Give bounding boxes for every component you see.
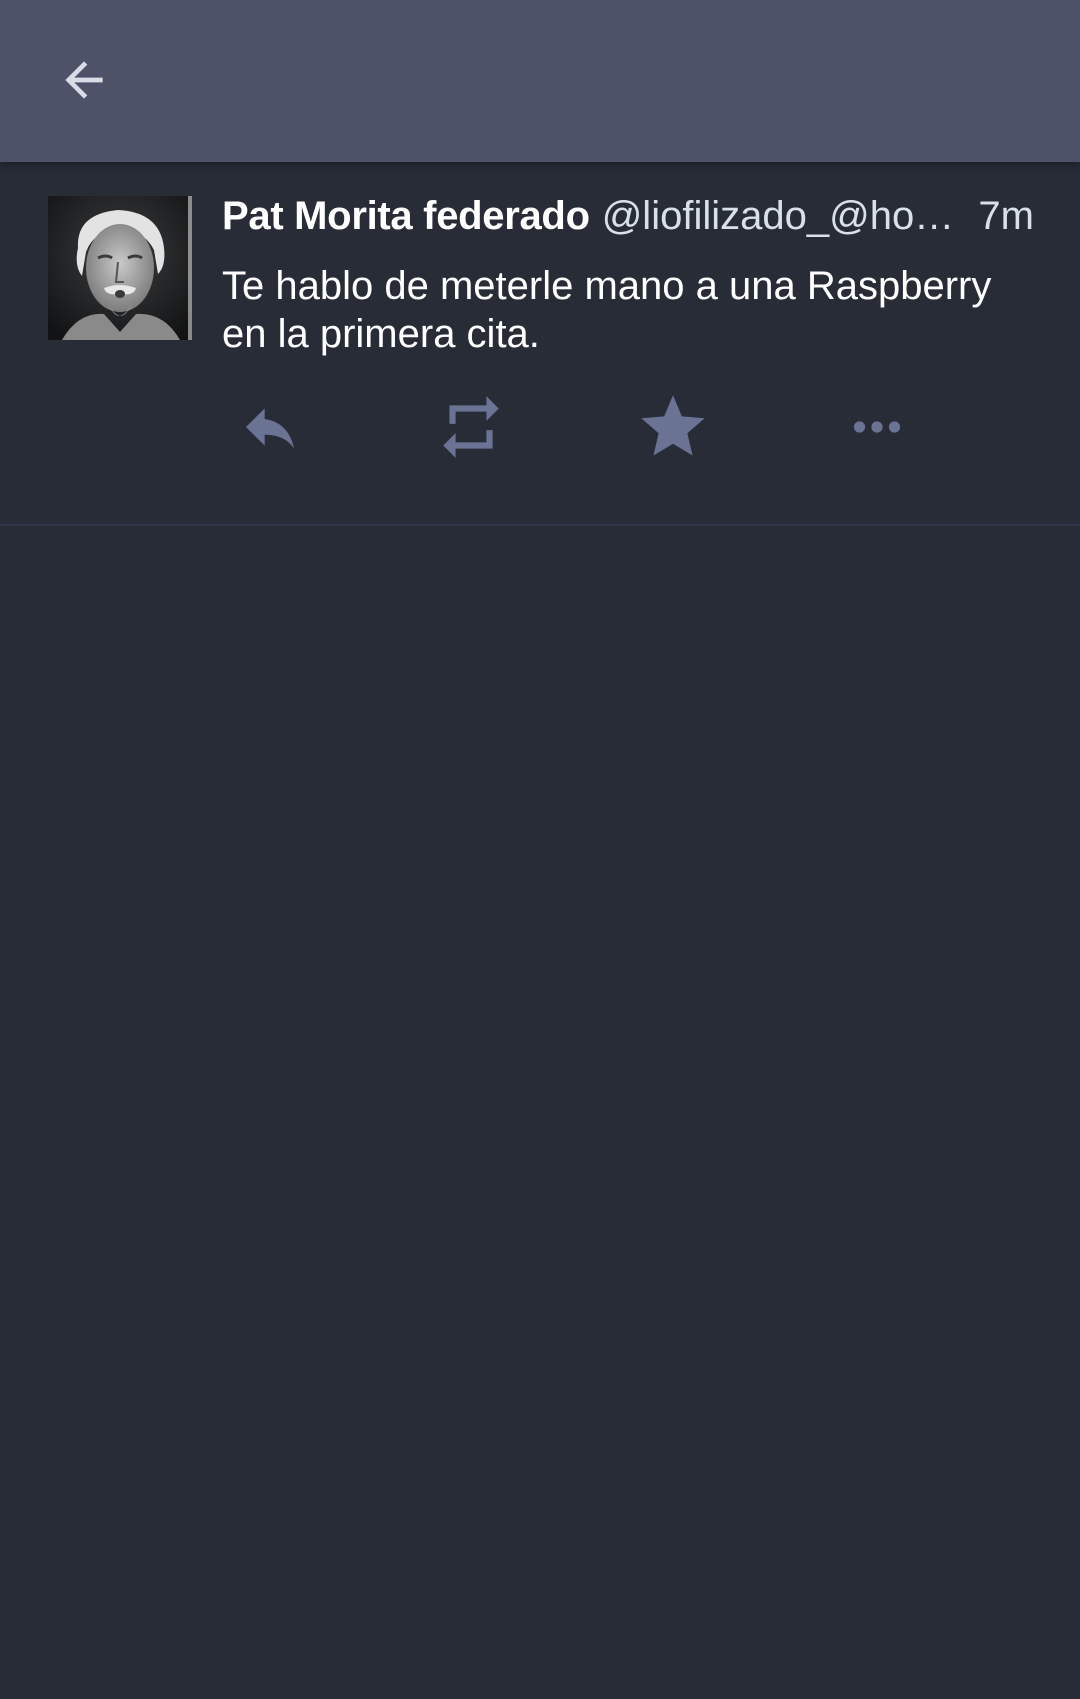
arrow-left-icon (65, 61, 103, 99)
favourite-button[interactable] (628, 382, 718, 472)
reply-icon (246, 408, 294, 449)
boost-button[interactable] (426, 382, 516, 472)
status-header: Pat Morita federado @liofilizado_@ho… 7m (222, 194, 1034, 250)
relative-time[interactable]: 7m (978, 194, 1034, 239)
reply-button[interactable] (225, 382, 315, 472)
more-button[interactable] (832, 382, 922, 472)
status-action-bar (0, 382, 1080, 472)
avatar-photo (48, 196, 192, 340)
status-item[interactable]: Pat Morita federado @liofilizado_@ho… 7m… (0, 162, 1080, 526)
back-button[interactable] (48, 44, 120, 116)
app-window: Pat Morita federado @liofilizado_@ho… 7m… (0, 0, 1080, 1699)
boost-icon (443, 396, 499, 458)
top-app-bar (0, 0, 1080, 162)
more-icon (853, 421, 901, 433)
status-content: Te hablo de meterle mano a una Raspberry… (222, 264, 992, 356)
display-name[interactable]: Pat Morita federado (222, 194, 590, 239)
account-handle[interactable]: @liofilizado_@ho… (602, 194, 969, 239)
avatar[interactable] (48, 196, 192, 340)
star-icon (641, 395, 705, 456)
